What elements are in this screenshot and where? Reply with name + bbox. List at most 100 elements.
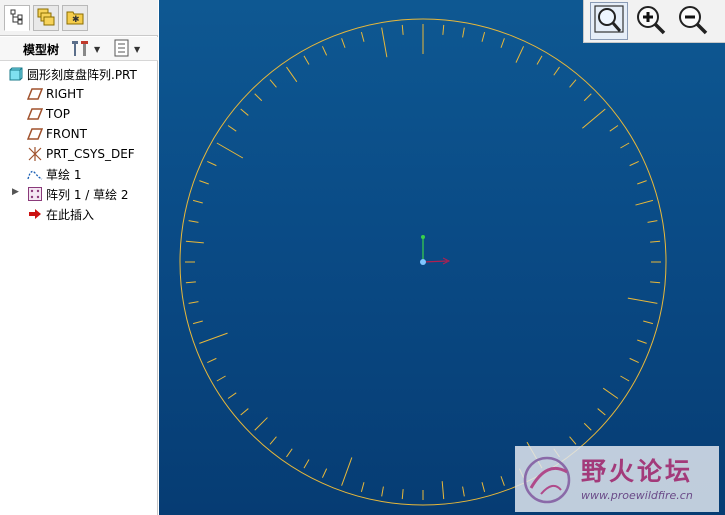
graphics-window[interactable]: 野火论坛 www.proewildfire.cn <box>159 0 725 515</box>
tree-item-right[interactable]: RIGHT <box>27 84 84 104</box>
refit-zoom-icon <box>593 4 625 39</box>
dial-tick <box>188 301 199 304</box>
refit-button[interactable] <box>590 2 628 40</box>
dial-tick <box>269 436 277 445</box>
dial-tick <box>637 180 647 185</box>
dial-tick <box>609 125 619 132</box>
dial-tick <box>360 31 365 42</box>
model-tree-toolbar: 模型树 ▼ ▼ <box>0 37 158 61</box>
tree-item-label: TOP <box>46 107 71 121</box>
dial-tick <box>481 482 486 493</box>
dial-tick <box>442 24 445 35</box>
dial-tick <box>629 160 639 167</box>
dial-tick <box>286 66 298 83</box>
tree-show-icon <box>113 39 131 60</box>
csys-icon <box>27 146 43 162</box>
pattern-icon <box>27 186 43 202</box>
svg-text:✱: ✱ <box>72 15 80 25</box>
tree-item-insert-here[interactable]: 在此插入 <box>27 204 94 224</box>
dial-tick <box>620 375 630 382</box>
tree-item-part[interactable]: 圆形刻度盘阵列.PRT <box>8 64 137 84</box>
csys-y-axis-end <box>421 235 425 239</box>
layers-icon <box>37 8 55 29</box>
tree-show-button[interactable]: ▼ <box>113 39 140 59</box>
csys-origin <box>420 259 426 265</box>
dial-tick <box>227 392 237 399</box>
dial-tick <box>627 297 658 304</box>
tree-item-top[interactable]: TOP <box>27 104 70 124</box>
expand-arrow-icon[interactable]: ▶ <box>12 187 19 197</box>
dial-tick <box>185 240 204 244</box>
zoom-in-button[interactable] <box>632 2 670 40</box>
circular-dial-sketch <box>179 18 667 506</box>
view-toolbar <box>583 0 725 43</box>
tab-model-tree[interactable] <box>4 5 30 31</box>
dial-tick <box>192 199 203 204</box>
dial-tick <box>286 448 293 458</box>
datum-plane-icon <box>27 86 43 102</box>
dial-tick <box>188 220 199 223</box>
tab-favorites[interactable]: ✱ <box>62 5 88 31</box>
dial-tick <box>500 476 505 486</box>
tab-layers[interactable] <box>33 5 59 31</box>
chevron-down-icon: ▼ <box>134 44 141 54</box>
dial-tick <box>341 38 346 48</box>
dial-tick <box>254 93 263 102</box>
dial-tick <box>536 55 543 65</box>
dial-tick <box>360 482 365 493</box>
dial-tick <box>216 375 226 382</box>
dial-tick <box>192 320 203 325</box>
part-icon <box>8 66 24 82</box>
favorites-folder-icon: ✱ <box>66 9 84 28</box>
tree-item-pattern[interactable]: 阵列 1 / 草绘 2 <box>27 184 129 204</box>
dial-tick <box>569 79 577 88</box>
forum-logo-icon <box>517 450 579 513</box>
dial-tick <box>583 422 592 431</box>
dial-tick <box>269 79 277 88</box>
chevron-down-icon: ▼ <box>94 44 101 54</box>
tree-item-sketch-1[interactable]: 草绘 1 <box>27 164 81 184</box>
dial-tick <box>216 142 244 159</box>
tree-item-label: 阵列 1 / 草绘 2 <box>46 187 129 202</box>
dial-tick <box>629 357 639 364</box>
dial-tick <box>597 408 606 416</box>
tree-item-front[interactable]: FRONT <box>27 124 87 144</box>
dial-tick <box>650 281 661 284</box>
dial-tick <box>303 459 310 469</box>
dial-tick <box>481 31 486 42</box>
dial-tick <box>553 66 560 76</box>
tree-item-label: 草绘 1 <box>46 167 82 182</box>
dial-tick <box>254 417 268 431</box>
dial-tick <box>602 387 619 399</box>
dial-tick <box>207 160 217 167</box>
insert-here-arrow-icon <box>27 206 43 222</box>
dial-tick <box>199 332 228 344</box>
zoom-out-button[interactable] <box>674 2 712 40</box>
tree-item-label: PRT_CSYS_DEF <box>46 147 135 161</box>
dial-tick <box>303 55 310 65</box>
tree-item-label: FRONT <box>46 127 87 141</box>
navigator-tabs: ✱ <box>0 0 158 36</box>
dial-tick <box>341 457 353 486</box>
dial-tick <box>381 27 388 58</box>
forum-watermark: 野火论坛 www.proewildfire.cn <box>515 446 719 512</box>
datum-plane-icon <box>27 126 43 142</box>
watermark-title: 野火论坛 <box>581 457 694 486</box>
tree-item-csys[interactable]: PRT_CSYS_DEF <box>27 144 135 164</box>
dial-tick <box>321 468 328 478</box>
dial-tick <box>637 339 647 344</box>
tree-item-label: 在此插入 <box>46 207 95 222</box>
dial-tick <box>515 46 525 63</box>
tree-item-label: RIGHT <box>46 87 84 101</box>
zoom-in-icon <box>635 4 667 39</box>
tree-settings-button[interactable]: ▼ <box>71 39 100 59</box>
dial-tick <box>650 240 661 243</box>
datum-plane-icon <box>27 106 43 122</box>
dial-tick <box>321 46 328 56</box>
tree-settings-icon <box>71 39 91 60</box>
dial-tick <box>462 486 465 497</box>
dial-tick <box>582 108 606 129</box>
model-tree-icon <box>9 9 25 28</box>
model-tree-panel: ✱ 模型树 ▼ ▼ 圆形刻度盘阵列.PRT RIGHT TOP FRONT PR… <box>0 0 158 515</box>
dial-tick <box>381 486 384 497</box>
